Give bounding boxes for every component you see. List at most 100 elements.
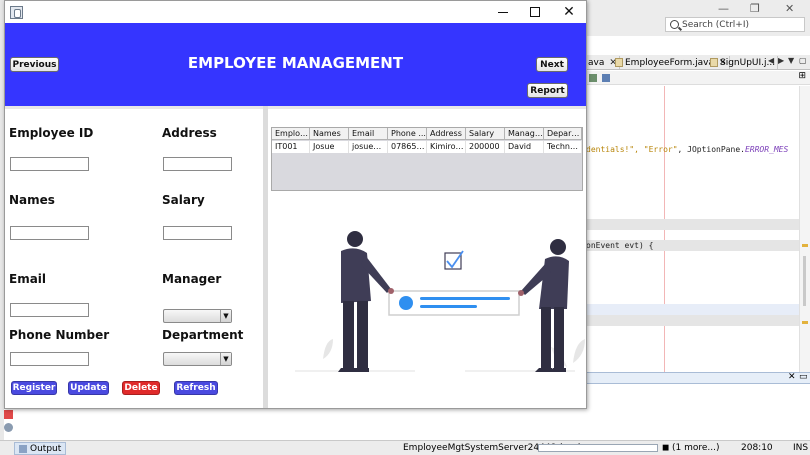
card-line xyxy=(420,305,477,308)
more-tasks-link[interactable]: (1 more...) xyxy=(672,443,720,453)
phone-number-field[interactable] xyxy=(10,352,89,366)
address-label: Address xyxy=(162,126,217,140)
toolbar-icon[interactable] xyxy=(589,74,597,82)
table-column-header[interactable]: Names xyxy=(310,128,349,140)
table-cell: 078656... xyxy=(388,141,427,153)
table-column-header[interactable]: Depart... xyxy=(544,128,582,140)
table-column-header[interactable]: Address xyxy=(427,128,466,140)
window-titlebar[interactable]: ✕ xyxy=(5,1,586,23)
minimize-icon xyxy=(498,11,508,13)
address-field[interactable] xyxy=(163,157,232,171)
table-column-header[interactable]: Email xyxy=(349,128,388,140)
phone-number-label: Phone Number xyxy=(9,328,110,342)
code-line: dentials!", "Error", JOptionPane.ERROR_M… xyxy=(586,145,788,154)
next-button[interactable]: Next xyxy=(536,57,568,72)
department-label: Department xyxy=(162,328,244,342)
leaf-icon xyxy=(323,339,333,359)
tab-scroll-right-icon[interactable]: ▶ xyxy=(778,56,784,65)
code-text: , JOptionPane. xyxy=(677,145,745,154)
close-icon: ✕ xyxy=(563,4,575,20)
employee-id-label: Employee ID xyxy=(9,126,94,140)
table-cell: Kimironko xyxy=(427,141,466,153)
code-highlight xyxy=(586,219,810,230)
ide-editor-toolbar: ⊞ xyxy=(586,71,810,85)
code-highlight xyxy=(586,315,810,326)
java-file-icon xyxy=(615,58,623,67)
cancel-task-icon[interactable]: ◼ xyxy=(662,443,669,453)
minimize-button[interactable] xyxy=(486,1,520,23)
output-close-icon[interactable]: ✕ xyxy=(788,372,796,382)
ide-tab-label: EmployeeForm.java xyxy=(625,57,714,68)
scroll-thumb[interactable] xyxy=(803,256,806,306)
names-label: Names xyxy=(9,193,55,207)
ide-tab-label: ava xyxy=(588,57,605,68)
java-file-icon xyxy=(710,58,718,67)
update-button[interactable]: Update xyxy=(68,381,109,395)
java-app-icon xyxy=(10,6,23,19)
output-tab[interactable]: Output xyxy=(14,442,67,455)
manager-label: Manager xyxy=(162,272,222,286)
card-dot xyxy=(399,296,413,310)
cursor-position: 208:10 xyxy=(741,443,773,453)
code-highlight xyxy=(586,304,810,315)
delete-button[interactable]: Delete xyxy=(122,381,160,395)
output-tab-label: Output xyxy=(30,443,62,454)
table-column-header[interactable]: Employ... xyxy=(272,128,310,140)
maximize-button[interactable] xyxy=(518,1,552,23)
table-cell: David xyxy=(505,141,544,153)
gear-icon[interactable] xyxy=(4,423,13,432)
table-column-header[interactable]: Salary xyxy=(466,128,505,140)
ide-search-input[interactable]: Search (Ctrl+I) xyxy=(665,17,805,32)
ide-tab-label: SignUpUI.j... xyxy=(720,57,776,68)
salary-label: Salary xyxy=(162,193,205,207)
names-field[interactable] xyxy=(10,226,89,240)
ide-output-side-buttons xyxy=(4,410,16,440)
employee-table[interactable]: Employ... Names Email Phone ... Address Salar… xyxy=(271,127,583,191)
scroll-marker xyxy=(802,321,808,324)
ide-close-icon[interactable]: ✕ xyxy=(785,2,794,15)
tab-scroll-left-icon[interactable]: ◀ xyxy=(768,56,774,65)
insert-mode: INS xyxy=(793,443,809,453)
table-cell: IT001 xyxy=(272,141,310,153)
team-illustration xyxy=(295,231,585,372)
employee-id-field[interactable] xyxy=(10,157,89,171)
ide-minimize-icon[interactable]: — xyxy=(718,2,729,15)
code-text: onEvent evt) { xyxy=(586,241,654,250)
table-column-header[interactable]: Manager xyxy=(505,128,544,140)
stop-icon[interactable] xyxy=(4,410,13,419)
table-cell: 200000 xyxy=(466,141,505,153)
ide-search-placeholder: Search (Ctrl+I) xyxy=(682,19,750,30)
code-string: dentials!", "Error" xyxy=(586,145,678,154)
card-line xyxy=(420,297,510,300)
salary-field[interactable] xyxy=(163,226,232,240)
scroll-marker xyxy=(802,244,808,247)
refresh-button[interactable]: Refresh xyxy=(174,381,218,395)
ide-status-bar: Output EmployeeMgtSystemServer24448 (run… xyxy=(0,440,810,455)
report-button[interactable]: Report xyxy=(527,83,568,98)
table-row[interactable]: IT001 Josue josue@... 078656... Kimironko 200… xyxy=(272,141,582,153)
person-left xyxy=(338,231,394,372)
register-button[interactable]: Register xyxy=(11,381,57,395)
table-column-header[interactable]: Phone ... xyxy=(388,128,427,140)
split-icon[interactable]: ⊞ xyxy=(798,71,806,81)
maximize-icon xyxy=(530,7,540,17)
ide-code-editor[interactable]: dentials!", "Error", JOptionPane.ERROR_M… xyxy=(586,86,810,372)
toolbar-icon[interactable] xyxy=(602,74,610,82)
ide-restore-icon[interactable]: ❐ xyxy=(750,2,760,15)
email-field[interactable] xyxy=(10,303,89,317)
tab-list-icon[interactable]: ▼ xyxy=(788,56,794,65)
chevron-down-icon[interactable]: ▼ xyxy=(220,353,231,365)
header-banner: Previous EMPLOYEE MANAGEMENT Next Report xyxy=(5,23,586,106)
close-button[interactable]: ✕ xyxy=(552,1,586,23)
chevron-down-icon[interactable]: ▼ xyxy=(220,310,231,322)
ide-editor-tabs: ava ✕ EmployeeForm.java ✕ SignUpUI.j... … xyxy=(586,55,810,70)
close-editor-icon[interactable]: ▢ xyxy=(799,56,807,65)
search-icon xyxy=(670,20,679,29)
department-select[interactable]: ▼ xyxy=(163,352,232,366)
person-right xyxy=(518,239,569,372)
output-minimize-icon[interactable]: ▭ xyxy=(799,372,808,382)
run-progress-bar xyxy=(538,444,658,452)
ide-editor-scrollbar[interactable] xyxy=(799,86,810,372)
manager-select[interactable]: ▼ xyxy=(163,309,232,323)
output-icon xyxy=(19,444,27,453)
